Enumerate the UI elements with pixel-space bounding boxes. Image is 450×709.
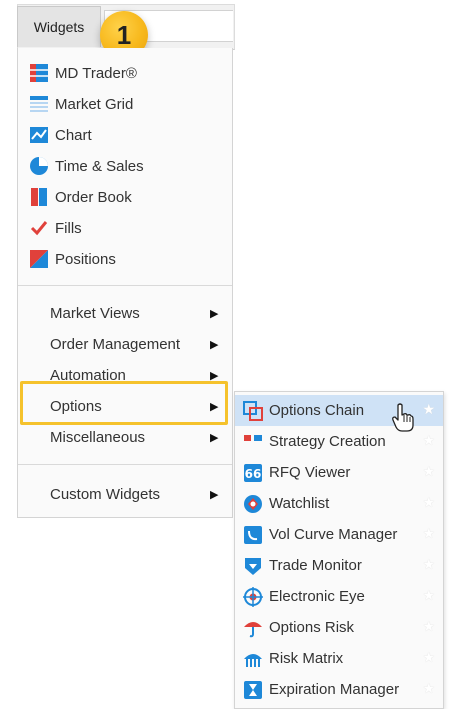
favorite-star-icon[interactable]: ★ xyxy=(422,618,435,635)
menu-item-label: Custom Widgets xyxy=(50,486,161,503)
submenu-item-label: Expiration Manager xyxy=(269,681,400,698)
options-highlight-box xyxy=(20,381,228,425)
svg-text:66: 66 xyxy=(245,467,262,481)
expiration-manager-icon xyxy=(243,680,263,700)
submenu-item-rfq-viewer[interactable]: 66 RFQ Viewer ★ xyxy=(235,457,443,488)
menu-item-label: Chart xyxy=(55,126,92,144)
submenu-item-label: Risk Matrix xyxy=(269,650,344,667)
widgets-menu: MD Trader® Market Grid Chart Time & Sale… xyxy=(17,48,233,518)
order-book-icon xyxy=(29,187,49,207)
vol-curve-icon xyxy=(243,525,263,545)
submenu-item-label: Options Chain xyxy=(269,402,365,419)
menu-item-fills[interactable]: Fills xyxy=(18,213,232,243)
submenu-item-trade-monitor[interactable]: Trade Monitor ★ xyxy=(235,550,443,581)
menu-item-label: Positions xyxy=(55,250,116,268)
favorite-star-icon[interactable]: ★ xyxy=(422,680,435,697)
submenu-item-label: RFQ Viewer xyxy=(269,464,351,481)
fills-icon xyxy=(29,218,49,238)
submenu-item-label: Strategy Creation xyxy=(269,433,386,450)
menu-item-order-book[interactable]: Order Book xyxy=(18,182,232,212)
menu-item-label: Order Management xyxy=(50,336,181,353)
electronic-eye-icon xyxy=(243,586,263,607)
favorite-star-icon[interactable]: ★ xyxy=(422,494,435,511)
menu-item-label: Time & Sales xyxy=(55,157,144,175)
options-chain-icon xyxy=(243,400,263,421)
menu-item-miscellaneous[interactable]: Miscellaneous ▶ xyxy=(18,423,232,453)
menu-item-label: Miscellaneous xyxy=(50,429,146,446)
favorite-star-icon[interactable]: ★ xyxy=(422,525,435,542)
trade-monitor-icon xyxy=(243,556,263,576)
menu-item-positions[interactable]: Positions xyxy=(18,244,232,274)
risk-matrix-icon xyxy=(243,649,263,669)
favorite-star-icon[interactable]: ★ xyxy=(422,463,435,480)
favorite-star-icon[interactable]: ★ xyxy=(422,649,435,666)
submenu-item-risk-matrix[interactable]: Risk Matrix ★ xyxy=(235,643,443,674)
chevron-right-icon: ▶ xyxy=(210,308,219,320)
market-grid-icon xyxy=(29,94,49,114)
strategy-creation-icon xyxy=(243,432,263,452)
favorite-star-icon[interactable]: ★ xyxy=(422,401,435,418)
submenu-item-watchlist[interactable]: Watchlist ★ xyxy=(235,488,443,519)
chevron-right-icon: ▶ xyxy=(210,489,219,501)
submenu-item-label: Electronic Eye xyxy=(269,588,365,605)
submenu-item-vol-curve-manager[interactable]: Vol Curve Manager ★ xyxy=(235,519,443,550)
menu-item-label: Order Book xyxy=(55,188,132,206)
submenu-item-options-risk[interactable]: Options Risk ★ xyxy=(235,612,443,643)
options-submenu: Options Chain ★ Strategy Creation ★ 66 R… xyxy=(234,391,444,709)
submenu-item-label: Vol Curve Manager xyxy=(269,526,398,543)
submenu-item-label: Options Risk xyxy=(269,619,355,636)
favorite-star-icon[interactable]: ★ xyxy=(422,556,435,573)
menu-item-label: Market Grid xyxy=(55,95,134,113)
menu-item-md-trader[interactable]: MD Trader® xyxy=(18,58,232,88)
submenu-item-label: Trade Monitor xyxy=(269,557,362,574)
favorite-star-icon[interactable]: ★ xyxy=(422,587,435,604)
hand-cursor-icon xyxy=(392,403,414,438)
menu-item-market-grid[interactable]: Market Grid xyxy=(18,89,232,119)
md-trader-icon xyxy=(29,63,49,83)
chart-icon xyxy=(29,125,49,145)
favorite-star-icon[interactable]: ★ xyxy=(422,432,435,449)
submenu-item-electronic-eye[interactable]: Electronic Eye ★ xyxy=(235,581,443,612)
options-risk-icon xyxy=(243,618,263,638)
menu-item-custom-widgets[interactable]: Custom Widgets ▶ xyxy=(18,480,232,510)
menu-item-order-management[interactable]: Order Management ▶ xyxy=(18,330,232,360)
menu-divider xyxy=(18,285,232,286)
rfq-viewer-icon: 66 xyxy=(243,463,263,483)
widgets-tab[interactable]: Widgets xyxy=(17,6,101,47)
chevron-right-icon: ▶ xyxy=(210,432,219,444)
watchlist-icon xyxy=(243,494,263,514)
menu-item-label: Market Views xyxy=(50,305,140,322)
submenu-item-expiration-manager[interactable]: Expiration Manager ★ xyxy=(235,674,443,705)
menu-item-label: Fills xyxy=(55,219,82,237)
chevron-right-icon: ▶ xyxy=(210,339,219,351)
submenu-item-label: Watchlist xyxy=(269,495,330,512)
menu-item-time-sales[interactable]: Time & Sales xyxy=(18,151,232,181)
menu-item-market-views[interactable]: Market Views ▶ xyxy=(18,299,232,329)
menu-divider xyxy=(18,464,232,465)
time-sales-icon xyxy=(29,156,49,176)
positions-icon xyxy=(29,249,49,269)
menu-item-chart[interactable]: Chart xyxy=(18,120,232,150)
menu-item-label: MD Trader® xyxy=(55,64,137,82)
